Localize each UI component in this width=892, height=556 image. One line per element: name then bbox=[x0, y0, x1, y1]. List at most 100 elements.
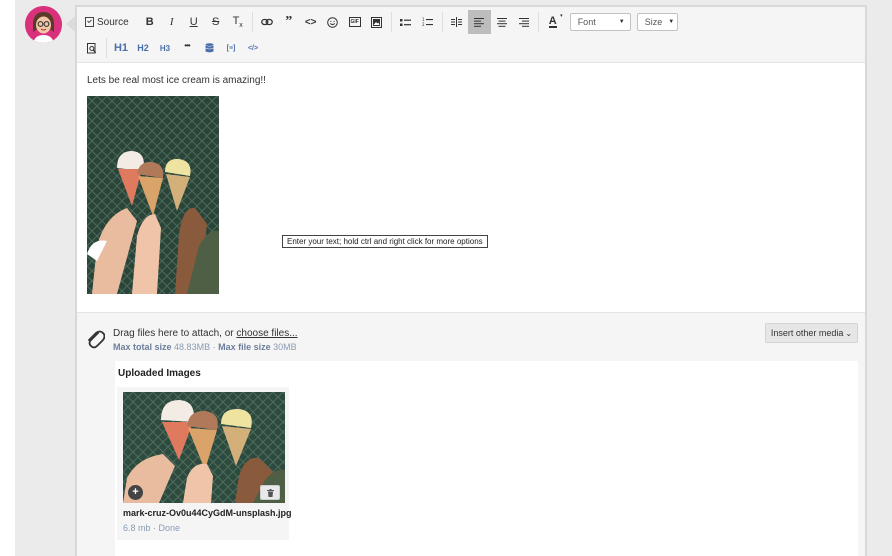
underline-button[interactable]: U bbox=[183, 10, 205, 34]
source-label: Source bbox=[97, 16, 129, 28]
numbered-list-button[interactable]: 12 bbox=[417, 10, 439, 34]
html-code-icon: </> bbox=[247, 44, 259, 52]
drag-files-label: Drag files here to attach, or bbox=[113, 328, 237, 339]
heading-2-label: H2 bbox=[137, 43, 149, 53]
more-button[interactable]: ••• bbox=[176, 36, 198, 60]
numbered-list-icon: 12 bbox=[422, 17, 434, 27]
choose-files-link[interactable]: choose files... bbox=[236, 328, 297, 339]
clear-format-button[interactable]: Tx bbox=[227, 10, 249, 34]
gif-icon: GIF bbox=[348, 17, 361, 27]
align-center-icon bbox=[496, 17, 507, 27]
insert-media-label: Insert other media bbox=[770, 328, 844, 338]
avatar[interactable] bbox=[25, 6, 62, 43]
max-file-value: 30MB bbox=[273, 342, 297, 352]
bold-icon: B bbox=[145, 16, 154, 28]
toolbar-divider bbox=[251, 12, 253, 32]
uploaded-file-meta: 6.8 mb · Done bbox=[123, 523, 181, 533]
delete-image-button[interactable] bbox=[260, 485, 280, 500]
size-limits: Max total size 48.83MB · Max file size 3… bbox=[113, 342, 297, 352]
editor-content[interactable]: Lets be real most ice cream is amazing!! bbox=[77, 64, 865, 312]
toolbar-divider bbox=[537, 12, 539, 32]
inline-image[interactable] bbox=[87, 96, 219, 294]
align-right-button[interactable] bbox=[513, 10, 535, 34]
align-left-icon bbox=[474, 17, 485, 27]
bullet-list-button[interactable] bbox=[395, 10, 417, 34]
strikethrough-button[interactable]: S bbox=[205, 10, 227, 34]
emoji-icon bbox=[327, 16, 338, 28]
html-code-button[interactable]: </> bbox=[242, 36, 264, 60]
indent-button[interactable] bbox=[446, 10, 468, 34]
font-select-value: Font bbox=[577, 17, 596, 27]
gif-button[interactable]: GIF bbox=[344, 10, 366, 34]
paperclip-icon bbox=[88, 330, 105, 349]
left-gutter bbox=[0, 0, 15, 556]
toolbar-divider bbox=[106, 38, 107, 58]
image-icon bbox=[371, 16, 383, 28]
heading-1-label: H1 bbox=[113, 42, 129, 54]
spoiler-button[interactable]: [≡] bbox=[220, 36, 242, 60]
heading-3-button[interactable]: H3 bbox=[154, 36, 176, 60]
toolbar-divider bbox=[441, 12, 443, 32]
heading-3-label: H3 bbox=[159, 43, 171, 53]
max-total-value: 48.83MB bbox=[174, 342, 211, 352]
page: Source B I U S Tx ” <> GIF 1 2 A ▾ Font … bbox=[0, 0, 892, 556]
link-icon bbox=[260, 18, 273, 26]
code-icon: <> bbox=[304, 16, 317, 28]
align-center-button[interactable] bbox=[491, 10, 513, 34]
align-right-icon bbox=[518, 17, 529, 27]
align-left-button[interactable] bbox=[467, 10, 491, 34]
code-button[interactable]: <> bbox=[300, 10, 322, 34]
text-color-button[interactable]: A ▾ bbox=[542, 10, 564, 34]
font-select[interactable]: Font ▼ bbox=[569, 13, 631, 31]
link-button[interactable] bbox=[256, 10, 278, 34]
size-select-value: Size bbox=[644, 17, 663, 27]
strikethrough-icon: S bbox=[212, 16, 220, 28]
avatar-illustration bbox=[25, 6, 62, 43]
editor-tooltip: Enter your text; hold ctrl and right cli… bbox=[282, 235, 488, 248]
chevron-down-icon: ▼ bbox=[668, 19, 675, 25]
emoji-button[interactable] bbox=[322, 10, 344, 34]
uploaded-image-thumbnail[interactable]: + bbox=[123, 392, 285, 503]
max-total-label: Max total size bbox=[113, 342, 172, 352]
clear-format-sub: x bbox=[239, 22, 243, 30]
quote-icon: ” bbox=[285, 14, 293, 29]
toolbar-row-1: Source B I U S Tx ” <> GIF 1 2 A ▾ Font … bbox=[81, 10, 678, 34]
size-select[interactable]: Size ▼ bbox=[636, 13, 678, 31]
toolbar-row-2: H1 H2 H3 ••• [≡] </> bbox=[81, 36, 264, 60]
chevron-down-icon: ▼ bbox=[618, 19, 625, 25]
drag-files-text: Drag files here to attach, or choose fil… bbox=[113, 328, 298, 339]
heading-2-button[interactable]: H2 bbox=[132, 36, 154, 60]
avatar-pointer bbox=[66, 16, 75, 32]
editor-toolbar: Source B I U S Tx ” <> GIF 1 2 A ▾ Font … bbox=[77, 7, 865, 63]
image-button[interactable] bbox=[366, 10, 388, 34]
quote-button[interactable]: ” bbox=[278, 10, 300, 34]
uploaded-image-card: + mark-cruz-Ov0u44CyGdM-unsplash.jpg 6.8… bbox=[117, 387, 292, 540]
bold-button[interactable]: B bbox=[139, 10, 161, 34]
max-file-label: Max file size bbox=[218, 342, 271, 352]
italic-button[interactable]: I bbox=[161, 10, 183, 34]
insert-image-button[interactable]: + bbox=[128, 485, 143, 500]
chevron-down-icon: ⌄ bbox=[845, 328, 853, 338]
attachment-area[interactable]: Drag files here to attach, or choose fil… bbox=[77, 312, 865, 556]
message-text: Lets be real most ice cream is amazing!! bbox=[87, 75, 266, 86]
uploaded-images-panel: Uploaded Images + mark-cruz-Ov0u44CyGdM-… bbox=[115, 361, 858, 556]
preview-icon bbox=[87, 42, 97, 53]
message-editor: Source B I U S Tx ” <> GIF 1 2 A ▾ Font … bbox=[75, 5, 867, 556]
clear-format-icon: Tx bbox=[233, 15, 243, 29]
database-button[interactable] bbox=[198, 36, 220, 60]
indent-icon bbox=[451, 17, 463, 27]
uploaded-file-name: mark-cruz-Ov0u44CyGdM-unsplash.jpg bbox=[123, 508, 292, 518]
preview-button[interactable] bbox=[81, 36, 103, 60]
ice-cream-photo bbox=[87, 96, 219, 294]
heading-1-button[interactable]: H1 bbox=[110, 36, 132, 60]
bullet-list-icon bbox=[400, 18, 412, 26]
underline-icon: U bbox=[189, 16, 198, 28]
toolbar-divider bbox=[390, 12, 392, 32]
insert-other-media-button[interactable]: Insert other media ⌄ bbox=[765, 323, 858, 343]
source-button[interactable]: Source bbox=[81, 10, 133, 34]
italic-icon: I bbox=[169, 16, 174, 28]
uploaded-images-title: Uploaded Images bbox=[118, 368, 201, 379]
source-icon bbox=[85, 17, 94, 27]
text-color-icon: A bbox=[548, 15, 557, 28]
more-icon: ••• bbox=[184, 40, 190, 50]
